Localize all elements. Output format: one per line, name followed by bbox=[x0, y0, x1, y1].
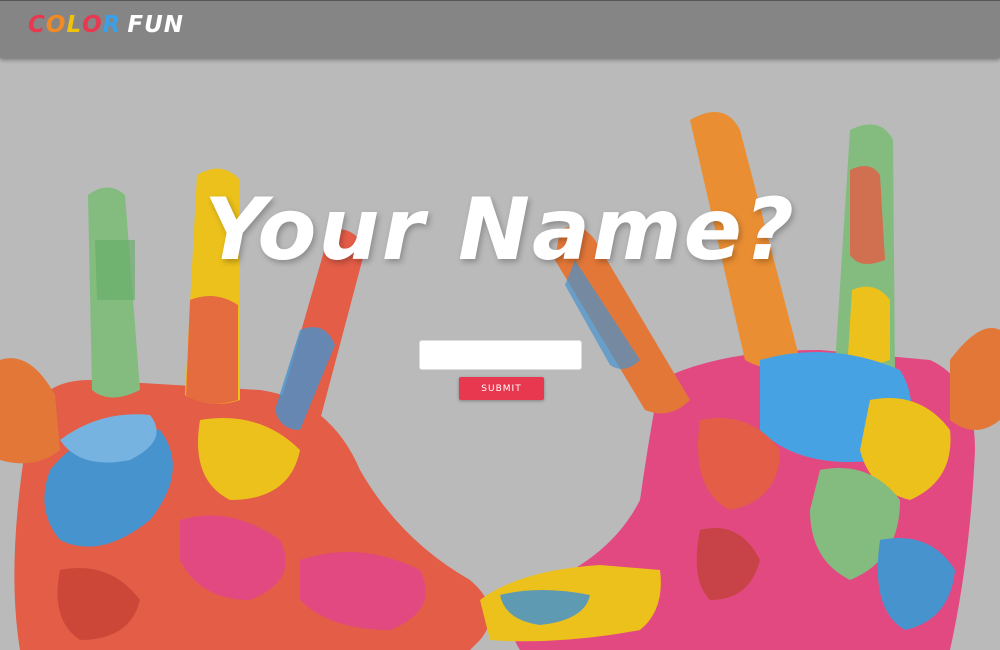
logo-letter-o2: O bbox=[82, 12, 103, 38]
submit-button[interactable]: SUBMIT bbox=[459, 377, 544, 400]
logo-letter-r: R bbox=[102, 12, 122, 38]
logo-letter-o: O bbox=[45, 12, 67, 38]
page: COLOR FUN Your Name? SUBMIT bbox=[0, 0, 1000, 650]
name-input[interactable] bbox=[419, 340, 582, 370]
hero-overlay bbox=[0, 0, 1000, 650]
logo-suffix: FUN bbox=[127, 12, 185, 38]
logo-letter-l: L bbox=[66, 12, 83, 38]
page-title: Your Name? bbox=[204, 180, 796, 280]
logo-letter-c: C bbox=[28, 12, 46, 38]
logo[interactable]: COLOR FUN bbox=[28, 12, 184, 38]
top-navbar: COLOR FUN bbox=[0, 0, 1000, 58]
